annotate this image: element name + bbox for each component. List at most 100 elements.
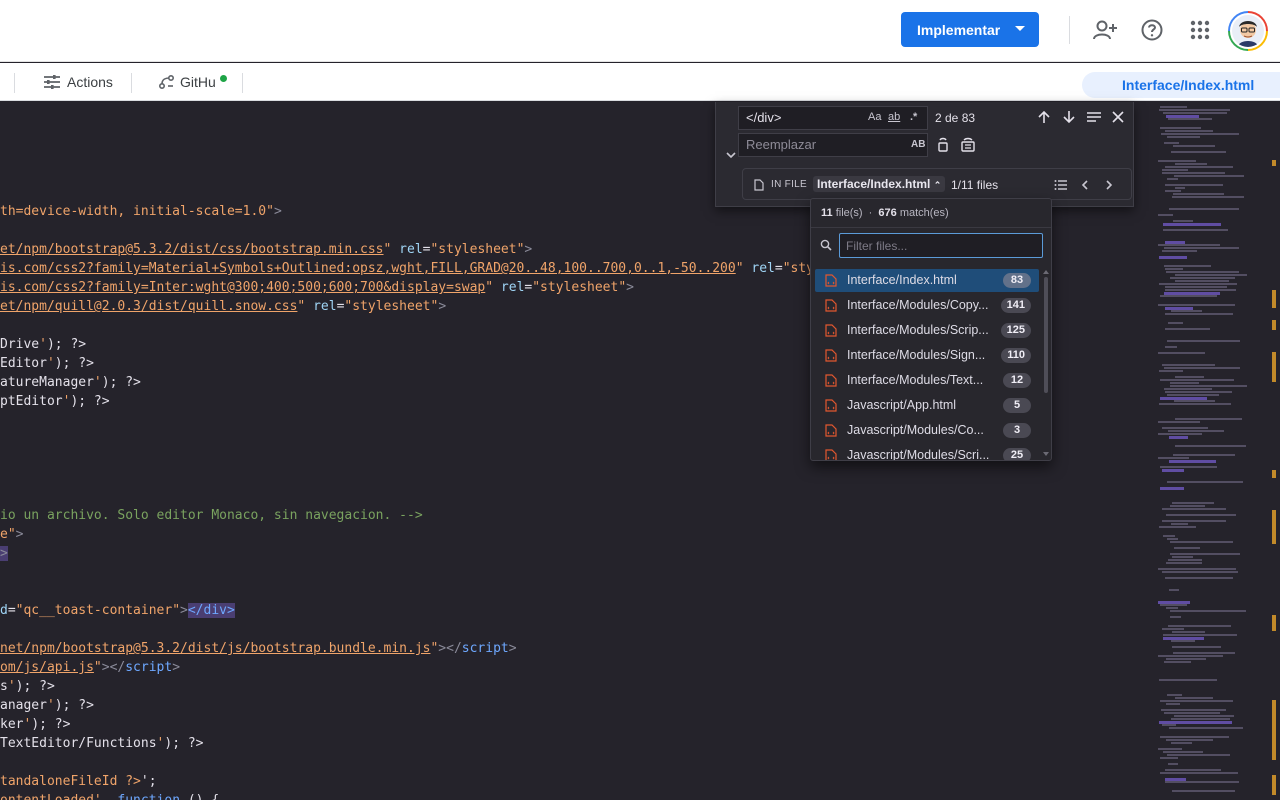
deploy-button[interactable]: Implementar xyxy=(901,12,1039,47)
code-token: is.com/css2?family=Material+Symbols+Outl… xyxy=(0,261,736,276)
scope-file-name: Interface/Index.html xyxy=(817,177,931,191)
code-line[interactable]: tandaloneFileId ?>'; xyxy=(0,772,157,791)
arrow-down-icon[interactable] xyxy=(1060,108,1078,126)
code-token: et/npm/quill@2.0.3/dist/quill.snow.css xyxy=(0,299,298,314)
match-case-toggle[interactable]: Aa xyxy=(868,111,881,123)
code-line[interactable]: et/npm/quill@2.0.3/dist/quill.snow.css" … xyxy=(0,297,446,316)
replace-icon[interactable] xyxy=(934,136,952,154)
code-line[interactable]: io un archivo. Solo editor Monaco, sin n… xyxy=(0,506,423,525)
minimap-line xyxy=(1160,700,1233,702)
code-line[interactable]: ontentLoaded', function () { xyxy=(0,791,219,800)
toggle-replace-chevron-icon[interactable] xyxy=(724,148,738,162)
minimap-line xyxy=(1160,736,1229,738)
regex-toggle[interactable]: .* xyxy=(910,111,917,123)
arrow-up-icon[interactable] xyxy=(1035,108,1053,126)
scope-label: IN FILE xyxy=(771,179,807,190)
code-line[interactable]: TextEditor/Functions'); ?> xyxy=(0,734,204,753)
actions-button[interactable]: Actions xyxy=(43,63,113,101)
code-line[interactable]: is.com/css2?family=Inter:wght@300;400;50… xyxy=(0,278,634,297)
file-list-item[interactable]: Interface/Modules/Text... 12 xyxy=(815,369,1039,392)
minimap-line xyxy=(1159,283,1237,285)
code-line[interactable]: d="qc__toast-container"></div> xyxy=(0,601,235,620)
minimap-line xyxy=(1166,607,1178,609)
code-token: > xyxy=(524,242,533,257)
scroll-down-arrow-icon[interactable] xyxy=(1043,452,1049,457)
tune-icon xyxy=(44,75,60,89)
code-line[interactable]: ptEditor'); ?> xyxy=(0,392,110,411)
file-list-scrollbar[interactable] xyxy=(1043,269,1049,459)
minimap-line xyxy=(1163,751,1203,753)
file-list-item[interactable]: Interface/Modules/Sign... 110 xyxy=(815,344,1039,367)
code-line[interactable]: ker'); ?> xyxy=(0,715,70,734)
code-token: script xyxy=(125,660,173,675)
code-line[interactable]: Editor'); ?> xyxy=(0,354,94,373)
whole-word-toggle[interactable]: ab xyxy=(888,111,900,123)
code-line[interactable]: om/js/api.js"></script> xyxy=(0,658,180,677)
minimap-scroll-marker xyxy=(1272,700,1276,760)
find-replace-widget: </div> Aa ab .* 2 de 83 Reemplazar AB IN… xyxy=(715,102,1134,207)
minimap[interactable] xyxy=(1156,102,1280,800)
code-token: ); ?> xyxy=(101,375,141,390)
minimap-line xyxy=(1171,742,1192,744)
code-line[interactable]: is.com/css2?family=Material+Symbols+Outl… xyxy=(0,259,814,278)
code-line[interactable]: s'); ?> xyxy=(0,677,55,696)
file-list-item[interactable]: Javascript/Modules/Co... 3 xyxy=(815,419,1039,442)
file-list-item[interactable]: Interface/Index.html 83 xyxy=(815,269,1039,292)
code-token: " xyxy=(735,261,752,276)
chevron-down-icon[interactable] xyxy=(1013,24,1027,34)
code-token: tandaloneFileId ?> xyxy=(0,774,141,789)
find-in-selection-icon[interactable] xyxy=(1085,108,1103,126)
help-icon[interactable] xyxy=(1138,16,1166,44)
minimap-line xyxy=(1175,274,1247,276)
github-button[interactable]: GitHu xyxy=(158,63,228,101)
code-line[interactable]: e"> xyxy=(0,525,23,544)
scroll-thumb[interactable] xyxy=(1044,277,1048,393)
code-line[interactable]: atureManager'); ?> xyxy=(0,373,141,392)
add-person-icon[interactable] xyxy=(1091,16,1119,44)
minimap-line xyxy=(1167,178,1178,180)
minimap-line xyxy=(1170,382,1199,384)
code-line[interactable]: net/npm/bootstrap@5.3.2/dist/js/bootstra… xyxy=(0,639,517,658)
code-line[interactable]: anager'); ?> xyxy=(0,696,94,715)
minimap-scroll-marker xyxy=(1272,160,1276,166)
code-token: function xyxy=(117,793,180,800)
apps-grid-icon[interactable] xyxy=(1186,16,1214,44)
avatar[interactable] xyxy=(1228,11,1268,51)
chevron-right-icon[interactable] xyxy=(1100,176,1118,194)
minimap-line xyxy=(1165,130,1213,132)
file-list-item[interactable]: Javascript/App.html 5 xyxy=(815,394,1039,417)
filter-files-input[interactable] xyxy=(839,233,1043,258)
replace-all-icon[interactable] xyxy=(959,136,977,154)
file-list-item[interactable]: Javascript/Modules/Scri... 25 xyxy=(815,444,1039,460)
file-list-item[interactable]: Interface/Modules/Scrip... 125 xyxy=(815,319,1039,342)
minimap-line xyxy=(1162,172,1225,174)
scope-file-selector[interactable]: Interface/Index.html ⌃ xyxy=(813,176,946,192)
preserve-case-toggle[interactable]: AB xyxy=(911,139,925,150)
code-token: ); ?> xyxy=(54,356,94,371)
minimap-scroll-marker xyxy=(1272,290,1276,308)
code-token: ); ?> xyxy=(164,736,204,751)
minimap-line xyxy=(1169,727,1243,729)
minimap-line xyxy=(1160,772,1238,774)
scroll-up-arrow-icon[interactable] xyxy=(1043,269,1049,274)
minimap-line xyxy=(1160,604,1187,606)
code-token: '; xyxy=(140,774,157,789)
code-line[interactable]: th=device-width, initial-scale=1.0"> xyxy=(0,202,282,221)
minimap-line xyxy=(1158,352,1205,354)
open-file-tab[interactable]: Interface/Index.html xyxy=(1082,72,1280,98)
file-list-item[interactable]: Interface/Modules/Copy... 141 xyxy=(815,294,1039,317)
minimap-line xyxy=(1167,481,1243,483)
chevron-left-icon[interactable] xyxy=(1076,176,1094,194)
replace-input[interactable]: Reemplazar xyxy=(738,133,928,157)
code-line[interactable]: > xyxy=(0,544,8,563)
code-line[interactable]: et/npm/bootstrap@5.3.2/dist/css/bootstra… xyxy=(0,240,532,259)
close-icon[interactable] xyxy=(1109,108,1127,126)
code-token: th=device-width, initial-scale=1.0" xyxy=(0,204,274,219)
code-line[interactable]: Drive'); ?> xyxy=(0,335,86,354)
minimap-line xyxy=(1168,559,1202,561)
code-token: ' xyxy=(39,337,47,352)
file-filter-dropdown: 11 file(s) · 676 match(es) Interface/Ind… xyxy=(810,198,1052,461)
minimap-scroll-marker xyxy=(1272,510,1276,544)
minimap-line xyxy=(1158,748,1182,750)
list-view-icon[interactable] xyxy=(1052,176,1070,194)
